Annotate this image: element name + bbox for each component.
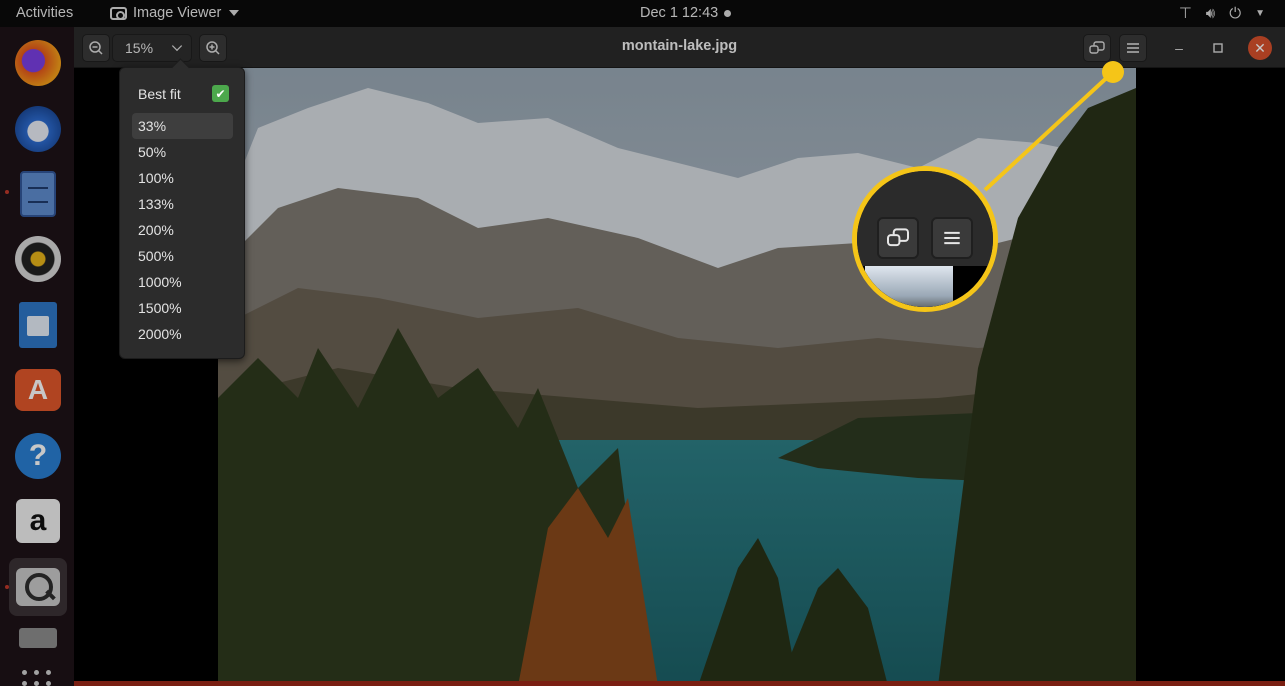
zoom-menu: Best fit ✔ 33% 50% 100% 133% 200% 500% 1…	[119, 67, 245, 359]
header-bar: 15% montain-lake.jpg – ✕	[74, 27, 1285, 68]
image-canvas[interactable]	[218, 68, 1136, 686]
dock-files[interactable]	[9, 165, 67, 223]
maximize-icon	[1213, 43, 1223, 53]
image-viewer-icon	[16, 568, 60, 606]
zoom-option[interactable]: 200%	[132, 217, 233, 243]
close-icon: ✕	[1254, 39, 1266, 56]
show-applications-icon[interactable]	[22, 670, 54, 686]
disk-icon	[19, 628, 57, 648]
dock-thunderbird[interactable]	[9, 100, 67, 158]
zoom-option[interactable]: 33%	[132, 113, 233, 139]
rhythmbox-icon	[15, 236, 61, 282]
mountain-lake-image	[218, 68, 1136, 686]
chevron-down-icon[interactable]: ▼	[1255, 8, 1265, 19]
zoom-option[interactable]: 1500%	[132, 295, 233, 321]
dock-firefox[interactable]	[9, 34, 67, 92]
dock-amazon[interactable]: a	[9, 492, 67, 550]
bottom-strip	[74, 681, 1285, 686]
zoom-option[interactable]: 100%	[132, 165, 233, 191]
menu-button[interactable]	[1119, 34, 1147, 62]
writer-icon	[19, 302, 57, 348]
zoom-option[interactable]: 1000%	[132, 269, 233, 295]
zoom-option[interactable]: 2000%	[132, 321, 233, 347]
app-menu-label: Image Viewer	[133, 5, 222, 21]
app-menu[interactable]: Image Viewer	[110, 5, 240, 21]
zoom-option[interactable]: 50%	[132, 139, 233, 165]
amazon-icon: a	[16, 499, 60, 543]
minimize-button[interactable]: –	[1168, 37, 1190, 59]
image-viewer-icon	[110, 6, 127, 20]
hamburger-icon	[931, 217, 973, 259]
checkbox-checked-icon[interactable]: ✔	[212, 85, 229, 102]
image-viewer-window: 15% montain-lake.jpg – ✕	[74, 27, 1285, 686]
power-icon[interactable]: ⏻	[1229, 5, 1241, 22]
dock: A ? a	[0, 27, 74, 686]
notification-dot	[724, 9, 732, 17]
chevron-down-icon	[229, 10, 240, 16]
system-tray[interactable]: ⊤ 🔊︎ ⏻ ▼	[1179, 4, 1265, 23]
clock-label: Dec 1 12:43	[640, 5, 719, 21]
files-icon	[20, 171, 56, 217]
clock[interactable]: Dec 1 12:43	[640, 5, 732, 21]
dock-image-viewer[interactable]	[9, 558, 67, 616]
zoom-option[interactable]: 500%	[132, 243, 233, 269]
software-icon: A	[15, 369, 61, 411]
network-icon[interactable]: ⊤	[1179, 4, 1192, 22]
close-button[interactable]: ✕	[1248, 36, 1272, 60]
dock-rhythmbox[interactable]	[9, 230, 67, 288]
dock-software[interactable]: A	[9, 361, 67, 419]
magnified-image	[865, 266, 953, 307]
gallery-icon	[1089, 41, 1105, 54]
callout-dot	[1102, 61, 1124, 83]
minimize-icon: –	[1175, 40, 1183, 56]
magnifier-callout	[852, 166, 998, 312]
dock-disk[interactable]	[9, 623, 67, 653]
hamburger-icon	[1127, 43, 1139, 53]
volume-icon[interactable]: 🔊︎	[1206, 5, 1215, 22]
activities-button[interactable]: Activities	[16, 5, 73, 21]
best-fit-toggle[interactable]: Best fit	[138, 86, 181, 102]
firefox-icon	[15, 40, 61, 86]
gallery-icon	[877, 217, 919, 259]
zoom-option[interactable]: 133%	[132, 191, 233, 217]
dock-writer[interactable]	[9, 296, 67, 354]
help-icon: ?	[15, 433, 61, 479]
top-bar: Activities Image Viewer Dec 1 12:43 ⊤ 🔊︎…	[0, 0, 1285, 27]
maximize-button[interactable]	[1207, 37, 1229, 59]
thunderbird-icon	[15, 106, 61, 152]
gallery-button[interactable]	[1083, 34, 1111, 62]
dock-help[interactable]: ?	[9, 427, 67, 485]
